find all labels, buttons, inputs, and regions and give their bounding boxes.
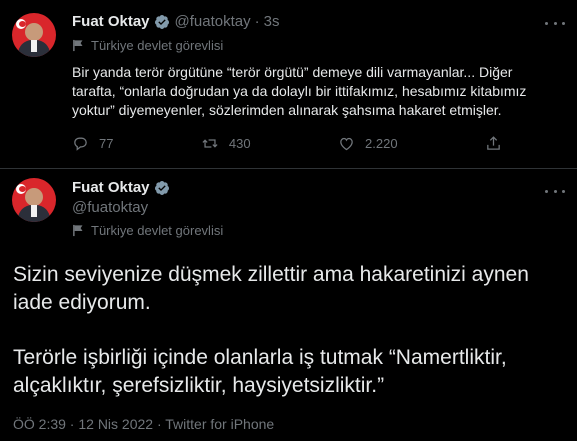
author-name[interactable]: Fuat Oktay: [72, 179, 150, 196]
account-label: Türkiye devlet görevlisi: [72, 38, 223, 53]
tweet-text: Sizin seviyenize düşmek zillettir ama ha…: [13, 261, 573, 317]
author-name[interactable]: Fuat Oktay: [72, 13, 150, 30]
retweet-count: 430: [228, 136, 251, 151]
tweet-text: Terörle işbirliği içinde olanlarla iş tu…: [13, 344, 573, 400]
like-icon: [340, 137, 353, 151]
retweet-icon: [202, 139, 218, 148]
reply-button[interactable]: 77: [72, 135, 113, 152]
verified-icon: [154, 180, 169, 195]
flag-icon: [73, 39, 83, 52]
share-icon: [487, 136, 500, 150]
tweet-text-line: Sizin seviyenize düşmek zillettir ama ha…: [13, 263, 529, 286]
more-icon[interactable]: [545, 14, 565, 32]
tweet-text-line: alçaklıktır, şerefsizliktir, haysiyetsiz…: [13, 374, 385, 397]
tweet-meta[interactable]: ÖÖ 2:39 · 12 Nis 2022 · Twitter for iPho…: [13, 416, 274, 432]
tweet-text-line: yoktur” diyemeyenler, sözlerimden alınar…: [72, 102, 502, 118]
tweet-text-line: tarafta, “onlarla doğrudan ya da dolaylı…: [72, 83, 527, 99]
like-count: 2.220: [365, 136, 398, 151]
avatar[interactable]: [12, 13, 56, 57]
tweet-text: Bir yanda terör örgütüne “terör örgütü” …: [72, 63, 572, 120]
tweet-header: Fuat Oktay @fuatoktay · 3s: [72, 13, 279, 30]
tweet-text-line: iade ediyorum.: [13, 291, 151, 314]
tweet-1[interactable]: Fuat Oktay @fuatoktay · 3s Türkiye devle…: [0, 0, 577, 169]
avatar[interactable]: [12, 178, 56, 222]
more-icon[interactable]: [545, 182, 565, 200]
verified-icon: [154, 14, 169, 29]
tweet-time[interactable]: 3s: [264, 13, 280, 30]
account-label-text: Türkiye devlet görevlisi: [91, 223, 224, 238]
account-label: Türkiye devlet görevlisi: [72, 223, 223, 238]
separator: ·: [254, 13, 260, 30]
author-handle[interactable]: @fuatoktay: [175, 13, 251, 30]
share-button[interactable]: [485, 135, 502, 152]
like-button[interactable]: 2.220: [338, 135, 398, 152]
reply-count: 77: [99, 136, 114, 151]
account-label-text: Türkiye devlet görevlisi: [91, 38, 224, 53]
retweet-button[interactable]: 430: [201, 135, 251, 152]
tweet-text-line: Bir yanda terör örgütüne “terör örgütü” …: [72, 64, 513, 80]
author-handle[interactable]: @fuatoktay: [72, 199, 148, 216]
tweet-text-line: Terörle işbirliği içinde olanlarla iş tu…: [13, 346, 507, 369]
flag-icon: [73, 224, 83, 237]
reply-icon: [74, 137, 87, 151]
tweet-actions: 77 430 2.220: [72, 135, 502, 152]
author-handle-line: @fuatoktay: [72, 199, 148, 216]
tweet-header: Fuat Oktay: [72, 179, 170, 196]
